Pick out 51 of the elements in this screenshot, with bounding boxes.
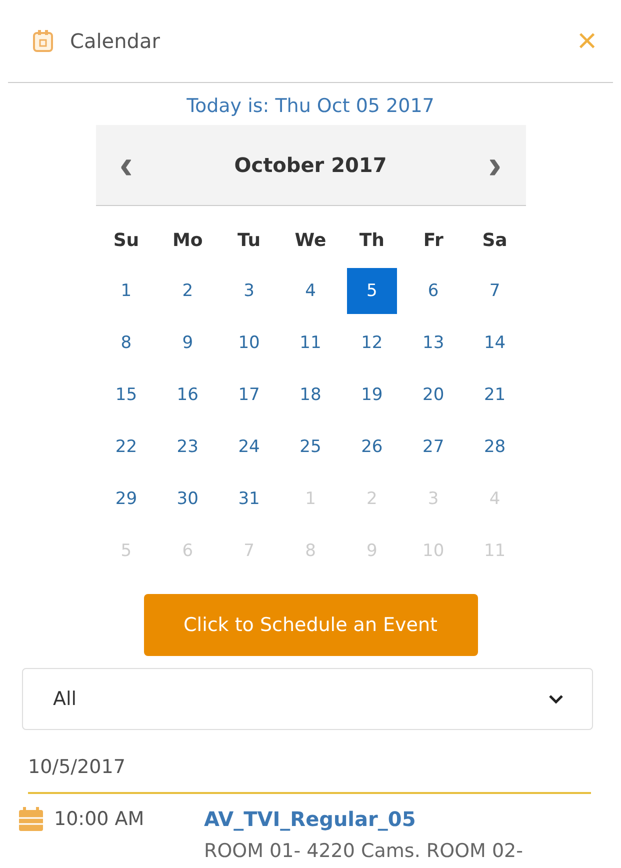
calendar-day[interactable]: 20: [408, 372, 458, 418]
chevron-down-icon: [548, 694, 564, 704]
calendar-day[interactable]: 9: [162, 320, 213, 366]
month-title: October 2017: [234, 153, 387, 177]
calendar-day[interactable]: 1: [101, 268, 152, 314]
calendar-day[interactable]: 18: [285, 372, 336, 418]
next-month-button[interactable]: ›: [484, 145, 506, 185]
weekday-label: Th: [359, 228, 384, 252]
calendar-day[interactable]: 21: [470, 372, 520, 418]
calendar-day[interactable]: 17: [224, 372, 274, 418]
calendar-day[interactable]: 22: [101, 424, 152, 470]
previous-month-button[interactable]: ‹: [116, 145, 137, 185]
calendar-icon: [18, 806, 44, 832]
calendar-day[interactable]: 3: [224, 268, 274, 314]
calendar-day[interactable]: 10: [224, 320, 274, 366]
calendar-icon: [32, 29, 54, 53]
calendar-day[interactable]: 25: [285, 424, 336, 470]
date-heading: 10/5/2017: [28, 756, 591, 794]
calendar-day[interactable]: 2: [162, 268, 213, 314]
calendar-day[interactable]: 27: [408, 424, 458, 470]
event-time: 10:00 AM: [54, 808, 146, 830]
weekday-label: Tu: [238, 228, 261, 252]
weekday-label: Fr: [423, 228, 444, 252]
calendar-day[interactable]: 6: [408, 268, 458, 314]
window-title: Calendar: [70, 29, 161, 53]
weekday-label: Mo: [172, 228, 203, 252]
calendar-day[interactable]: 29: [101, 476, 152, 522]
calendar-day[interactable]: 13: [408, 320, 458, 366]
calendar-day[interactable]: 14: [470, 320, 520, 366]
calendar-day[interactable]: 30: [162, 476, 213, 522]
filter-dropdown[interactable]: All: [22, 668, 593, 730]
calendar-day[interactable]: 5: [346, 268, 397, 314]
weekday-label: We: [294, 228, 326, 252]
calendar-day[interactable]: 23: [162, 424, 213, 470]
calendar-day[interactable]: 26: [346, 424, 397, 470]
calendar-day[interactable]: 19: [346, 372, 397, 418]
calendar-day[interactable]: 31: [224, 476, 274, 522]
calendar-day[interactable]: 12: [346, 320, 397, 366]
calendar-day[interactable]: 16: [162, 372, 213, 418]
weekday-label: Su: [113, 228, 140, 252]
calendar-day[interactable]: 8: [101, 320, 152, 366]
event-title-link[interactable]: AV_TVI_Regular_05: [204, 807, 591, 831]
calendar-day[interactable]: 24: [224, 424, 274, 470]
calendar-day[interactable]: 11: [285, 320, 336, 366]
calendar-day[interactable]: 28: [470, 424, 520, 470]
calendar-day[interactable]: 15: [101, 372, 152, 418]
event-details: ROOM 01- 4220 Cams. ROOM 02-: [204, 840, 524, 862]
calendar-day[interactable]: 7: [470, 268, 520, 314]
today-label: Today is: Thu Oct 05 2017: [186, 95, 436, 117]
weekday-label: Sa: [482, 228, 508, 252]
calendar-day[interactable]: 4: [285, 268, 336, 314]
